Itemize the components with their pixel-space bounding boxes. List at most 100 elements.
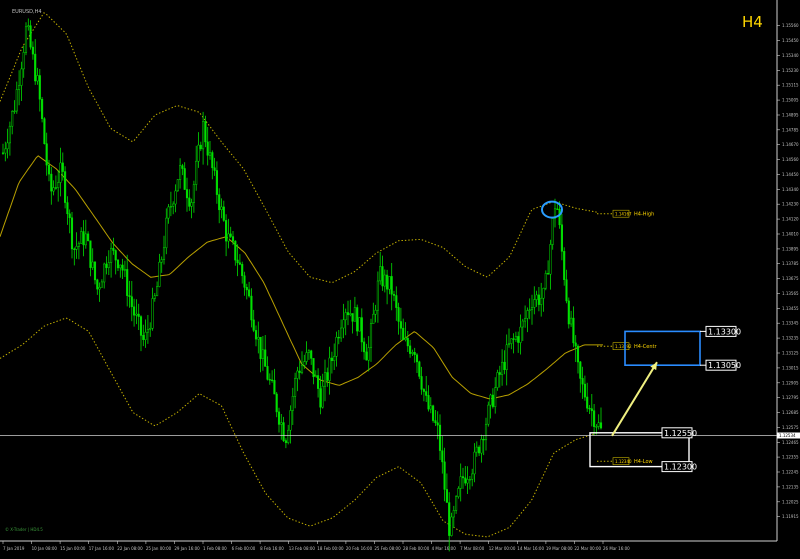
candle-body <box>379 266 382 282</box>
candle-body <box>245 287 248 291</box>
candle-body <box>517 336 520 343</box>
candle-body <box>535 294 538 300</box>
candle-body <box>179 165 182 180</box>
candle-body <box>402 327 405 340</box>
candle-body <box>549 244 552 275</box>
candle-body <box>351 313 354 322</box>
candle-body <box>388 276 391 290</box>
candle-body <box>87 233 90 242</box>
candle-body <box>409 345 412 354</box>
candle-body <box>547 273 550 275</box>
candle-body <box>70 217 74 250</box>
candle-body <box>133 306 136 316</box>
price-tick-label: 1.13345 <box>782 321 799 326</box>
candle-body <box>464 477 467 484</box>
candle-body <box>169 206 172 208</box>
candle-body <box>50 173 53 192</box>
candle-body <box>181 165 184 169</box>
candle-body <box>158 261 161 287</box>
candle-body <box>406 337 409 347</box>
candle-body <box>80 231 83 244</box>
candle-body <box>31 46 34 55</box>
candle-body <box>392 294 396 296</box>
price-tick-label: 1.12355 <box>782 455 799 460</box>
candle-body <box>144 331 147 340</box>
candle-body <box>192 184 195 203</box>
candle-body <box>24 26 28 53</box>
candle-body <box>519 326 522 343</box>
candle-body <box>330 357 333 361</box>
candle-body <box>588 407 591 410</box>
time-tick-label: 6 Feb 00:00 <box>232 546 256 551</box>
candle-body <box>34 53 37 82</box>
time-tick-label: 25 Jan 00:00 <box>146 546 172 551</box>
candle-body <box>130 296 133 308</box>
price-tick-label: 1.12575 <box>782 425 799 430</box>
candle-body <box>369 323 373 348</box>
candle-body <box>250 295 253 321</box>
chart-container[interactable]: 1.14167 H4-High 1.13192 H4-Centr 1.12340 H4-L… <box>0 0 800 555</box>
candle-body <box>420 376 423 390</box>
price-tick-label: 1.15340 <box>782 53 799 58</box>
candle-body <box>365 351 368 361</box>
time-tick-label: 25 Feb 08:00 <box>374 546 401 551</box>
time-tick-label: 10 Jan 08:00 <box>32 546 58 551</box>
blue-zone-top-label: 1.13300 <box>708 327 741 336</box>
price-tick-label: 1.11915 <box>782 514 799 519</box>
candle-body <box>52 187 55 192</box>
price-tick-label: 1.14895 <box>782 113 799 118</box>
candle-body <box>151 298 154 329</box>
candle-body <box>484 423 488 441</box>
candle-body <box>524 318 527 322</box>
white-zone-bottom-label: 1.12300 <box>664 463 697 472</box>
candle-body <box>455 496 458 511</box>
candle-body <box>323 372 327 387</box>
candle-body <box>261 349 264 359</box>
price-tick-label: 1.13785 <box>782 261 799 266</box>
candle-body <box>252 319 255 331</box>
time-tick-label: 7 Jan 2019 <box>3 546 25 551</box>
candle-body <box>386 274 389 290</box>
price-tick-label: 1.14340 <box>782 187 799 192</box>
candle-body <box>530 307 534 311</box>
candle-body <box>383 274 386 287</box>
candle-body <box>29 25 32 48</box>
candle-body <box>307 350 310 353</box>
candle-body <box>570 317 573 325</box>
candle-body <box>225 220 228 242</box>
candle-body <box>236 259 239 264</box>
candle-body <box>540 297 543 305</box>
price-chart[interactable]: 1.14167 H4-High 1.13192 H4-Centr 1.12340 H4-L… <box>0 0 800 555</box>
candle-body <box>505 344 508 370</box>
candle-body <box>399 321 402 329</box>
time-tick-label: 4 Mar 16:00 <box>432 546 457 551</box>
candle-body <box>277 411 281 425</box>
candle-body <box>77 243 80 247</box>
candle-body <box>593 410 596 427</box>
candle-body <box>128 295 131 297</box>
candle-body <box>139 316 143 336</box>
time-tick-label: 22 Jan 08:00 <box>117 546 143 551</box>
candle-body <box>280 422 283 425</box>
candle-body <box>480 438 483 454</box>
candle-body <box>153 295 156 299</box>
level-value: 1.13192 <box>615 344 632 349</box>
candle-body <box>234 240 237 261</box>
price-tick-label: 1.12465 <box>782 440 799 445</box>
candle-body <box>326 372 329 381</box>
candle-body <box>96 279 99 290</box>
candle-body <box>137 313 140 317</box>
level-name: H4-Low <box>634 459 653 465</box>
candle-body <box>415 354 419 363</box>
price-tick-label: 1.12025 <box>782 499 799 504</box>
candle-body <box>599 422 603 429</box>
candle-body <box>319 388 322 408</box>
candle-body <box>494 387 497 407</box>
candle-body <box>300 365 304 373</box>
candle-body <box>271 379 274 381</box>
price-tick-label: 1.14230 <box>782 202 799 207</box>
time-tick-label: 18 Feb 00:00 <box>317 546 344 551</box>
price-tick-label: 1.12905 <box>782 380 799 385</box>
white-zone-top-label: 1.12550 <box>664 429 697 438</box>
candle-body <box>54 187 57 189</box>
